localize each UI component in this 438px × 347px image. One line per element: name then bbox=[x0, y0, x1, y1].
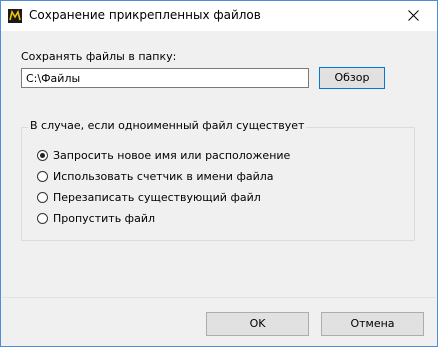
title-bar[interactable]: Сохранение прикрепленных файлов bbox=[1, 1, 437, 31]
close-icon bbox=[408, 10, 419, 21]
folder-path-input[interactable] bbox=[21, 68, 309, 88]
app-icon bbox=[8, 9, 22, 23]
ok-button[interactable]: OK bbox=[206, 312, 309, 336]
window-title: Сохранение прикрепленных файлов bbox=[29, 8, 261, 22]
conflict-group-title: В случае, если одноименный файл существу… bbox=[28, 119, 307, 132]
radio-button[interactable] bbox=[37, 213, 48, 224]
dialog-window: Сохранение прикрепленных файлов Сохранят… bbox=[0, 0, 438, 347]
radio-button[interactable] bbox=[37, 192, 48, 203]
radio-selected-dot bbox=[40, 153, 45, 158]
browse-button[interactable]: Обзор bbox=[319, 67, 385, 89]
radio-label: Запросить новое имя или расположение bbox=[53, 149, 291, 162]
folder-label: Сохранять файлы в папку: bbox=[21, 50, 177, 63]
close-button[interactable] bbox=[391, 1, 437, 31]
radio-label: Перезаписать существующий файл bbox=[53, 191, 261, 204]
radio-button[interactable] bbox=[37, 150, 48, 161]
cancel-button[interactable]: Отмена bbox=[321, 312, 424, 336]
radio-button[interactable] bbox=[37, 171, 48, 182]
radio-label: Пропустить файл bbox=[53, 212, 156, 225]
radio-label: Использовать счетчик в имени файла bbox=[53, 170, 274, 183]
